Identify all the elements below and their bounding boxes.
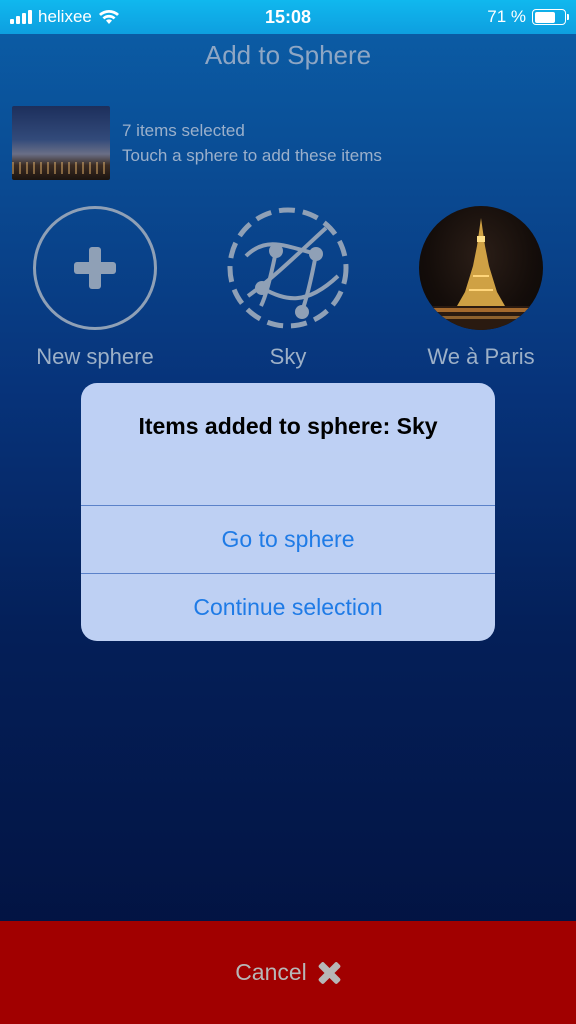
plus-icon: [74, 247, 116, 289]
sky-sphere-button[interactable]: [226, 206, 350, 330]
selected-count: 7 items selected: [122, 121, 245, 140]
selection-thumbnail: [12, 106, 110, 180]
status-bar: helixee 15:08 71 %: [0, 0, 576, 34]
new-sphere-button[interactable]: [33, 206, 157, 330]
status-time: 15:08: [264, 6, 312, 27]
go-to-sphere-button[interactable]: Go to sphere: [81, 505, 495, 573]
cellular-signal-icon: [10, 10, 32, 24]
close-icon: [317, 961, 341, 985]
selection-summary: 7 items selected Touch a sphere to add t…: [12, 106, 382, 180]
network-sphere-icon: [227, 207, 349, 329]
paris-sphere-button[interactable]: [419, 206, 543, 330]
cancel-label: Cancel: [235, 959, 307, 985]
sphere-label: We à Paris: [427, 344, 535, 369]
battery-level: [534, 11, 556, 23]
selection-hint: Touch a sphere to add these items: [122, 146, 382, 165]
continue-selection-button[interactable]: Continue selection: [81, 573, 495, 641]
sphere-label: New sphere: [36, 344, 154, 369]
wifi-icon: [98, 10, 119, 24]
dialog-title: Items added to sphere: Sky: [138, 413, 438, 439]
battery-percentage: 71 %: [487, 7, 526, 26]
sphere-paris[interactable]: We à Paris: [406, 206, 556, 370]
battery-icon: [532, 9, 569, 25]
status-left: helixee: [10, 7, 210, 27]
carrier-name: helixee: [38, 7, 92, 26]
sphere-sky[interactable]: Sky: [213, 206, 363, 370]
selection-text: 7 items selected Touch a sphere to add t…: [122, 118, 382, 168]
status-right: 71 %: [366, 7, 569, 27]
alert-dialog: Items added to sphere: Sky Go to sphere …: [81, 383, 495, 641]
sphere-label: Sky: [269, 344, 307, 369]
eiffel-tower-photo: [419, 218, 543, 330]
sphere-list: New sphere Sky We à Paris: [0, 206, 576, 370]
page-title: Add to Sphere: [204, 40, 372, 70]
sphere-new[interactable]: New sphere: [20, 206, 170, 370]
cancel-button[interactable]: Cancel: [0, 921, 576, 1024]
